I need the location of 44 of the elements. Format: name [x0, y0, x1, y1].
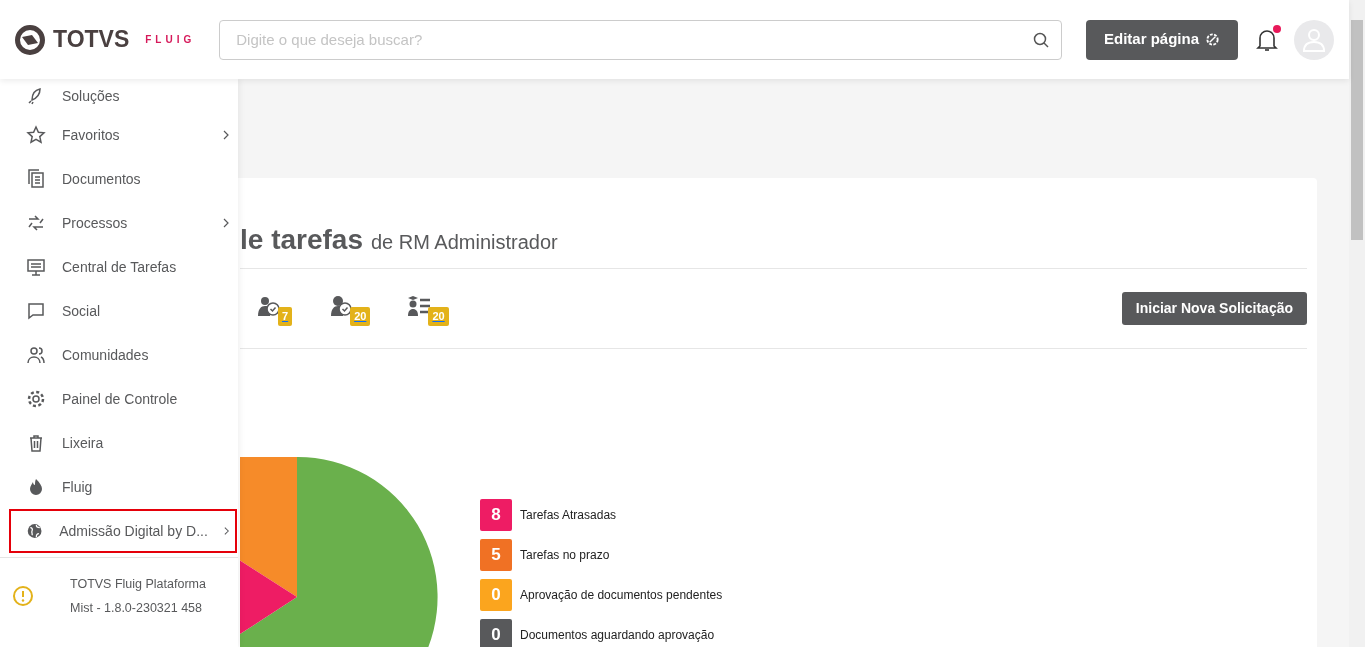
sidebar-item[interactable]: Soluções	[9, 79, 237, 113]
edit-page-button[interactable]: Editar página	[1085, 19, 1238, 60]
count-badge: 7	[278, 307, 293, 326]
sidebar-item[interactable]: Painel de Controle	[9, 377, 237, 421]
card-title: le tarefas	[240, 226, 363, 254]
legend-label: Documentos aguardando aprovação	[520, 627, 715, 644]
star-icon	[26, 125, 46, 145]
sidebar-item[interactable]: Social	[9, 289, 237, 333]
search-field[interactable]: Digite o que deseja buscar?	[219, 19, 1062, 60]
sidebar-item[interactable]: Documentos	[9, 157, 237, 201]
count-badge: 0	[480, 619, 512, 647]
card-subtitle: de RM Administrador	[370, 230, 558, 254]
sidebar-item[interactable]: Favoritos	[9, 113, 237, 157]
sidebar-item[interactable]: Lixeira	[9, 421, 237, 465]
count-badge: 0	[480, 579, 512, 611]
version-text: TOTVS Fluig Plataforma	[70, 576, 206, 593]
arrows-icon	[26, 213, 46, 233]
sidebar-item[interactable]: Fluig	[9, 465, 237, 509]
monitor-icon	[26, 257, 46, 277]
globe-icon	[26, 521, 44, 541]
version-text: Mist - 1.8.0-230321 458	[70, 600, 204, 617]
graduate-list-icon	[406, 293, 433, 318]
warning-icon	[12, 585, 34, 607]
count-badge: 5	[480, 539, 512, 571]
search-icon	[1032, 31, 1049, 48]
sidebar-item[interactable]: Comunidades	[9, 333, 237, 377]
legend-label: Aprovação de documentos pendentes	[520, 587, 723, 604]
count-badge: 20	[350, 307, 371, 326]
new-request-button[interactable]: Iniciar Nova Solicitação	[1121, 292, 1307, 325]
legend-label: Tarefas Atrasadas	[520, 507, 617, 524]
chat-icon	[26, 301, 46, 321]
sidebar-item[interactable]: Processos	[9, 201, 237, 245]
count-badge: 20	[428, 307, 449, 326]
logo-icon	[15, 24, 45, 55]
scrollbar[interactable]	[1349, 0, 1365, 647]
legend-label: Tarefas no prazo	[520, 547, 610, 564]
sidebar-item[interactable]: Admissão Digital by D...	[9, 509, 237, 553]
sidebar-item[interactable]: Central de Tarefas	[9, 245, 237, 289]
logo-text: TOTVS	[53, 25, 130, 55]
document-icon	[26, 169, 46, 189]
logo-subtitle: FLUIG	[145, 33, 196, 47]
count-badge: 8	[480, 499, 512, 531]
people-icon	[26, 345, 46, 365]
notification-bell-icon[interactable]	[1256, 27, 1278, 52]
